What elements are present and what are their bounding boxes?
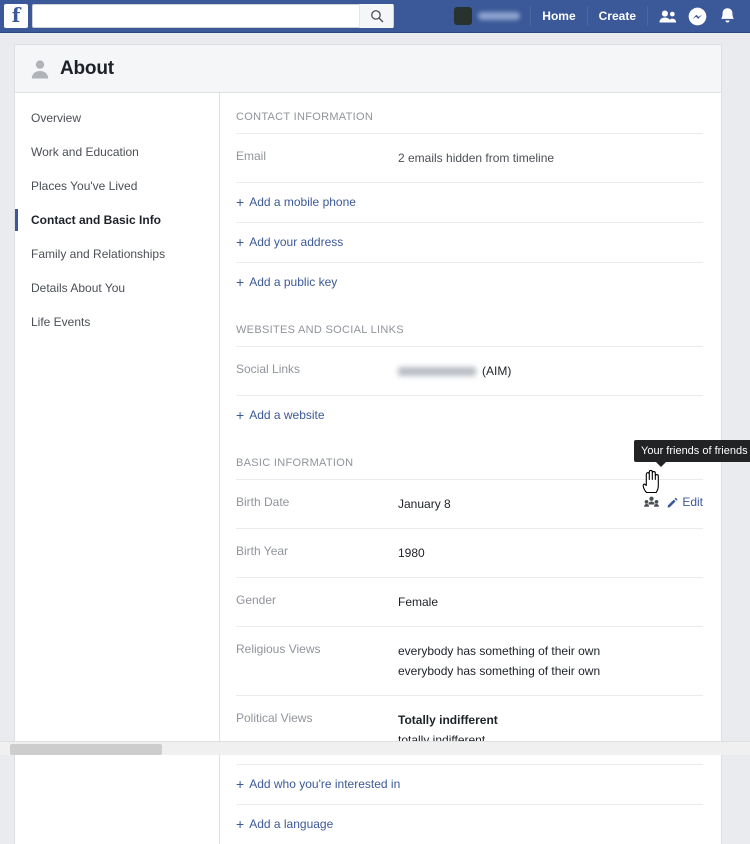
value-line: Female <box>398 592 703 612</box>
plus-icon: + <box>236 778 244 790</box>
nav-divider <box>530 6 531 26</box>
sidebar-item-details-about-you[interactable]: Details About You <box>15 271 219 305</box>
info-row-label: Religious Views <box>236 641 398 657</box>
nav-link-home[interactable]: Home <box>533 5 584 27</box>
edit-birth-date-button[interactable]: Edit <box>667 495 703 509</box>
profile-shortcut[interactable] <box>446 3 528 29</box>
add-link-label: Add a mobile phone <box>249 195 356 209</box>
friend-requests-icon <box>658 9 677 24</box>
row-controls: Edit <box>643 494 703 510</box>
info-row-label: Birth Date <box>236 494 398 510</box>
about-card-body: Overview Work and Education Places You'v… <box>15 93 721 844</box>
add-language-link[interactable]: + Add a language <box>236 817 333 831</box>
info-row-value: 2 emails hidden from timeline <box>398 148 703 168</box>
notifications-icon <box>719 7 736 26</box>
info-row-label: Social Links <box>236 361 398 377</box>
edit-label: Edit <box>682 495 703 509</box>
facebook-logo-icon[interactable]: f <box>4 4 28 28</box>
info-row-birth-year: Birth Year 1980 <box>236 528 703 577</box>
value-line: everybody has something of their own <box>398 641 703 661</box>
top-navigation-bar: f Home Create <box>0 0 750 33</box>
add-row-address[interactable]: + Add your address <box>236 222 703 262</box>
add-row-language[interactable]: + Add a language <box>236 804 703 844</box>
friend-requests-button[interactable] <box>654 3 680 29</box>
sidebar-item-life-events[interactable]: Life Events <box>15 305 219 339</box>
add-mobile-phone-link[interactable]: + Add a mobile phone <box>236 195 356 209</box>
about-sidebar: Overview Work and Education Places You'v… <box>15 93 220 844</box>
info-row-value: (AIM) <box>398 361 703 381</box>
privacy-tooltip: Your friends of friends <box>634 440 750 462</box>
search-icon <box>370 9 384 23</box>
info-row-label: Email <box>236 148 398 164</box>
info-row-value: Female <box>398 592 703 612</box>
add-interested-in-link[interactable]: + Add who you're interested in <box>236 777 400 791</box>
friends-of-friends-icon[interactable] <box>643 494 659 510</box>
page-background: About Overview Work and Education Places… <box>0 34 750 755</box>
add-row-public-key[interactable]: + Add a public key <box>236 262 703 302</box>
sidebar-item-contact-and-basic-info[interactable]: Contact and Basic Info <box>15 203 219 237</box>
horizontal-scrollbar-thumb[interactable] <box>10 744 162 755</box>
add-link-label: Add a website <box>249 408 324 422</box>
add-row-mobile-phone[interactable]: + Add a mobile phone <box>236 182 703 222</box>
value-line: Totally indifferent <box>398 710 703 730</box>
info-row-email: Email 2 emails hidden from timeline <box>236 133 703 182</box>
info-row-social-links: Social Links (AIM) <box>236 346 703 395</box>
sidebar-item-family-and-relationships[interactable]: Family and Relationships <box>15 237 219 271</box>
nav-divider <box>587 6 588 26</box>
sidebar-item-work-and-education[interactable]: Work and Education <box>15 135 219 169</box>
add-row-website[interactable]: + Add a website <box>236 395 703 435</box>
info-row-label: Political Views <box>236 710 398 726</box>
social-link-suffix: (AIM) <box>482 364 511 378</box>
add-link-label: Add a language <box>249 817 333 831</box>
nav-right-group: Home Create <box>446 0 750 33</box>
section-title-contact-information: CONTACT INFORMATION <box>236 107 703 133</box>
add-address-link[interactable]: + Add your address <box>236 235 343 249</box>
add-link-label: Add a public key <box>249 275 337 289</box>
info-row-birth-date: Birth Date January 8 <box>236 479 703 528</box>
plus-icon: + <box>236 236 244 248</box>
nav-link-create[interactable]: Create <box>590 5 645 27</box>
info-row-religious-views: Religious Views everybody has something … <box>236 626 703 695</box>
nav-divider <box>647 6 648 26</box>
info-row-value: 1980 <box>398 543 703 563</box>
messenger-icon <box>688 7 707 26</box>
horizontal-scrollbar-track[interactable] <box>0 741 750 755</box>
value-line: 1980 <box>398 543 703 563</box>
about-card-header: About <box>15 45 721 93</box>
about-card: About Overview Work and Education Places… <box>14 44 722 844</box>
info-row-label: Birth Year <box>236 543 398 559</box>
section-spacer <box>236 435 703 453</box>
add-public-key-link[interactable]: + Add a public key <box>236 275 337 289</box>
notifications-button[interactable] <box>714 3 740 29</box>
section-spacer <box>236 302 703 320</box>
plus-icon: + <box>236 276 244 288</box>
profile-name-redacted <box>478 12 520 20</box>
value-line: everybody has something of their own <box>398 661 703 681</box>
info-row-value: everybody has something of their own eve… <box>398 641 703 681</box>
search-bar[interactable] <box>32 4 394 28</box>
messenger-button[interactable] <box>684 3 710 29</box>
about-content: CONTACT INFORMATION Email 2 emails hidde… <box>220 93 721 844</box>
add-link-label: Add your address <box>249 235 343 249</box>
add-website-link[interactable]: + Add a website <box>236 408 325 422</box>
info-row-gender: Gender Female <box>236 577 703 626</box>
person-icon <box>29 58 51 80</box>
social-link-redacted <box>398 367 476 376</box>
plus-icon: + <box>236 818 244 830</box>
sidebar-item-places-youve-lived[interactable]: Places You've Lived <box>15 169 219 203</box>
page-title: About <box>60 58 114 80</box>
avatar <box>454 7 472 25</box>
plus-icon: + <box>236 409 244 421</box>
plus-icon: + <box>236 196 244 208</box>
add-row-interested-in[interactable]: + Add who you're interested in <box>236 764 703 804</box>
section-title-websites-and-social-links: WEBSITES AND SOCIAL LINKS <box>236 320 703 346</box>
search-input[interactable] <box>37 5 359 27</box>
pencil-icon <box>667 497 678 508</box>
section-title-basic-information: BASIC INFORMATION <box>236 453 703 479</box>
info-row-label: Gender <box>236 592 398 608</box>
add-link-label: Add who you're interested in <box>249 777 400 791</box>
search-button[interactable] <box>359 4 393 28</box>
sidebar-item-overview[interactable]: Overview <box>15 101 219 135</box>
